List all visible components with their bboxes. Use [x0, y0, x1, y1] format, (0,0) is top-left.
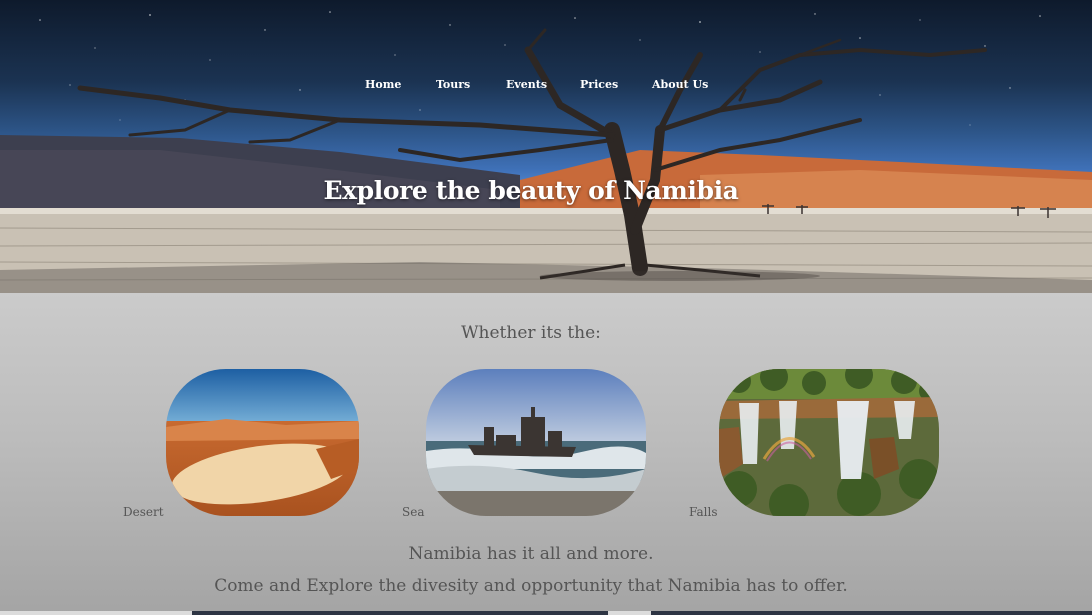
nav-prices-link[interactable]: Prices: [580, 78, 618, 91]
sea-card-image[interactable]: [426, 369, 646, 516]
hero-title: Explore the beauty of Namibia: [323, 176, 739, 205]
outro-line-2: Come and Explore the divesity and opport…: [214, 576, 848, 596]
intro-text: Whether its the:: [461, 323, 601, 343]
sea-image: [426, 369, 646, 516]
nav-home-link[interactable]: Home: [365, 78, 401, 91]
bottom-strip-segment: [192, 611, 608, 615]
hero-banner: Home Tours Events Prices About Us Explor…: [0, 0, 1092, 293]
desert-label: Desert: [123, 505, 164, 519]
desert-image: [166, 369, 359, 516]
desert-card-image[interactable]: [166, 369, 359, 516]
main-nav: Home Tours Events Prices About Us: [0, 78, 1092, 94]
falls-label: Falls: [689, 505, 718, 519]
sea-label: Sea: [402, 505, 425, 519]
falls-image: [719, 369, 939, 516]
nav-tours-link[interactable]: Tours: [436, 78, 470, 91]
hero-background-image: [0, 11, 1092, 293]
bottom-strip-segment: [651, 611, 1092, 615]
bottom-strip: [0, 611, 1092, 615]
nav-about-link[interactable]: About Us: [652, 78, 708, 91]
outro-line-1: Namibia has it all and more.: [408, 544, 654, 564]
main-content: Whether its the: Desert Sea Falls Namibi…: [0, 293, 1092, 615]
falls-card-image[interactable]: [719, 369, 939, 516]
nav-events-link[interactable]: Events: [506, 78, 547, 91]
